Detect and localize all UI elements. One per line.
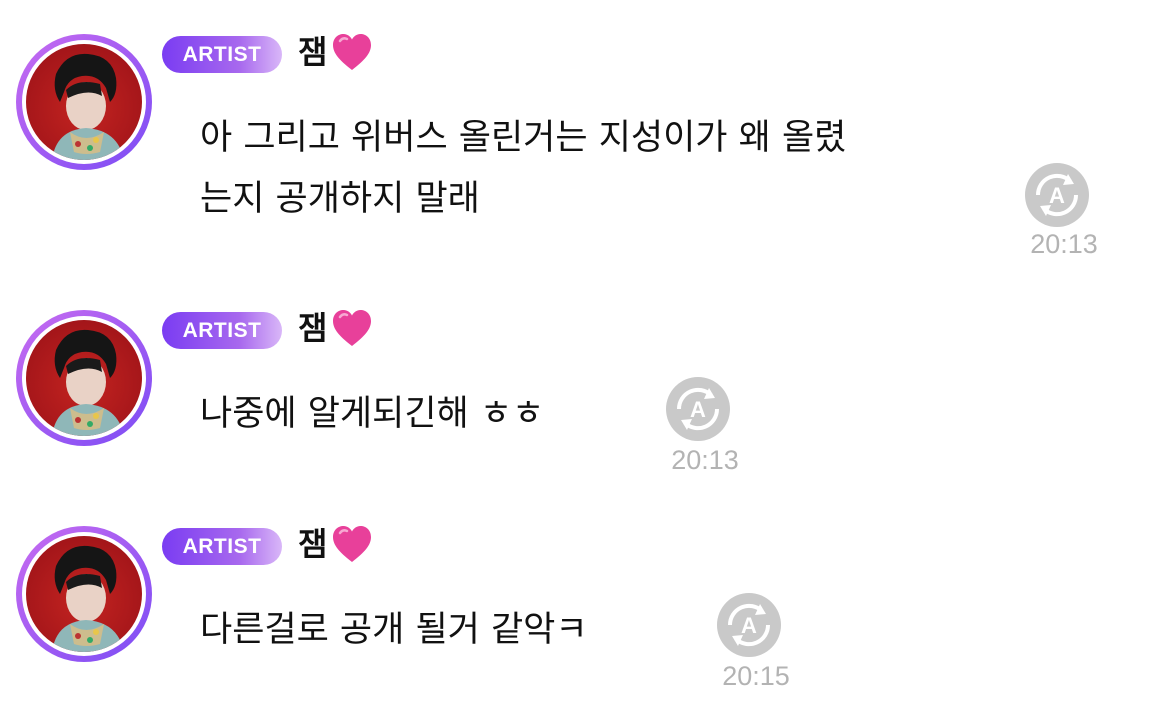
author-name-text: 잼 [298, 525, 328, 563]
avatar[interactable] [16, 34, 152, 170]
author-name[interactable]: 잼 [298, 30, 373, 74]
timestamp: 20:15 [722, 661, 790, 691]
translate-icon[interactable]: A [1024, 162, 1090, 228]
message-row: ARTIST 잼 다른걸로 공개 될거 같악ㅋ A 20:15 [0, 492, 1170, 692]
author-name[interactable]: 잼 [298, 306, 373, 350]
message-row: ARTIST 잼 나중에 알게되긴해 ㅎㅎ A 20:13 [0, 276, 1170, 476]
message-text: 나중에 알게되긴해 ㅎㅎ [200, 384, 544, 445]
message-line: 는지 공개하지 말래 [200, 179, 480, 219]
message-text: 다른걸로 공개 될거 같악ㅋ [200, 600, 588, 661]
translate-icon[interactable]: A [665, 376, 731, 442]
artist-badge: ARTIST [162, 312, 282, 349]
svg-text:A: A [1049, 183, 1065, 208]
timestamp: 20:13 [1030, 229, 1098, 259]
message-line: 나중에 알게되긴해 ㅎㅎ [200, 394, 545, 434]
svg-text:A: A [741, 613, 757, 638]
pink-heart-icon [333, 526, 372, 562]
timestamp: 20:13 [671, 445, 739, 475]
avatar[interactable] [16, 310, 152, 446]
author-name[interactable]: 잼 [298, 522, 373, 566]
avatar[interactable] [16, 526, 152, 662]
author-name-text: 잼 [298, 33, 328, 71]
message-line: 다른걸로 공개 될거 같악ㅋ [200, 610, 588, 650]
avatar-photo [26, 44, 142, 160]
pink-heart-icon [333, 310, 372, 346]
message-line: 아 그리고 위버스 올린거는 지성이가 왜 올렸 [200, 118, 847, 158]
avatar-photo [26, 320, 142, 436]
pink-heart-icon [333, 34, 372, 70]
artist-badge: ARTIST [162, 528, 282, 565]
translate-icon[interactable]: A [716, 592, 782, 658]
message-text: 아 그리고 위버스 올린거는 지성이가 왜 올렸 는지 공개하지 말래 [200, 108, 846, 230]
svg-text:A: A [690, 397, 706, 422]
message-row: ARTIST 잼 아 그리고 위버스 올린거는 지성이가 왜 올렸 는지 공개하… [0, 0, 1170, 259]
artist-badge: ARTIST [162, 36, 282, 73]
avatar-photo [26, 536, 142, 652]
author-name-text: 잼 [298, 309, 328, 347]
